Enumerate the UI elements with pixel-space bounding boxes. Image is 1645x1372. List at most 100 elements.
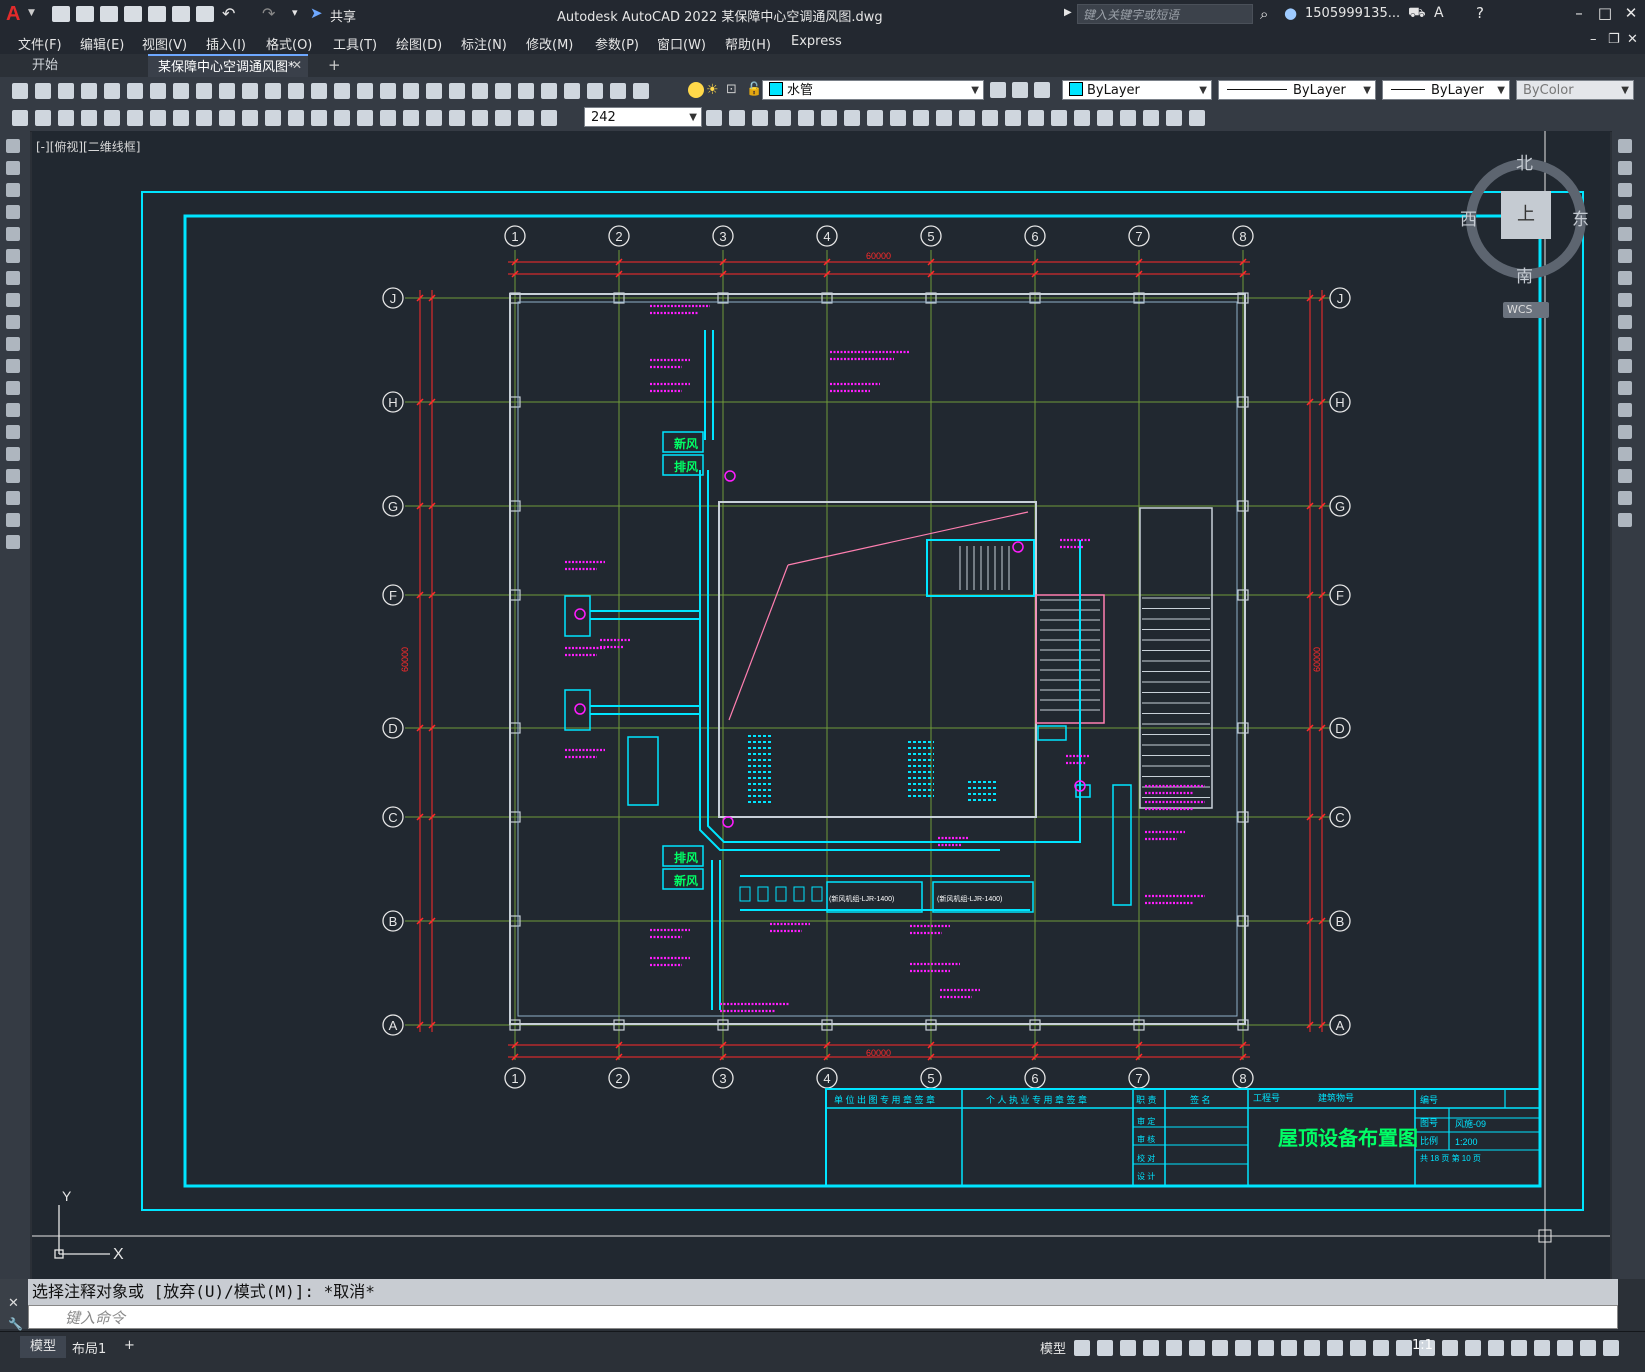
customize-qat-icon[interactable]: ▾ bbox=[292, 6, 298, 19]
tool-icon[interactable] bbox=[173, 83, 189, 99]
tool-icon[interactable] bbox=[1350, 1340, 1366, 1356]
tool-icon[interactable] bbox=[1097, 110, 1113, 126]
help-icon[interactable]: ? bbox=[1476, 4, 1484, 22]
viewcube-east[interactable]: 东 bbox=[1572, 205, 1589, 230]
tool-icon[interactable] bbox=[403, 110, 419, 126]
tool-icon[interactable] bbox=[6, 491, 20, 505]
tool-icon[interactable] bbox=[35, 83, 51, 99]
tool-icon[interactable] bbox=[729, 110, 745, 126]
viewcube-south[interactable]: 南 bbox=[1516, 262, 1533, 287]
layout-tab-1[interactable]: 布局1 bbox=[72, 1338, 106, 1357]
make-current-layer-icon[interactable] bbox=[990, 82, 1006, 98]
tool-icon[interactable] bbox=[1281, 1340, 1297, 1356]
tool-icon[interactable] bbox=[1618, 337, 1632, 351]
tool-icon[interactable] bbox=[982, 110, 998, 126]
tool-icon[interactable] bbox=[104, 110, 120, 126]
menu-dimension[interactable]: 标注(N) bbox=[461, 34, 507, 53]
new-tab-button[interactable]: + bbox=[328, 56, 341, 74]
new-icon[interactable] bbox=[52, 6, 70, 22]
search-icon[interactable]: ⌕ bbox=[1260, 5, 1268, 23]
tool-icon[interactable] bbox=[495, 83, 511, 99]
tool-icon[interactable] bbox=[1511, 1340, 1527, 1356]
close-window-icon[interactable]: ✕ bbox=[1618, 4, 1644, 24]
tool-icon[interactable] bbox=[1028, 110, 1044, 126]
menu-express[interactable]: Express bbox=[791, 34, 842, 49]
layer-unlock-icon[interactable]: 🔓 bbox=[746, 82, 762, 97]
tool-icon[interactable] bbox=[1618, 447, 1632, 461]
app-menu-chevron-icon[interactable]: ▼ bbox=[28, 8, 35, 18]
tool-icon[interactable] bbox=[1603, 1340, 1619, 1356]
tool-icon[interactable] bbox=[6, 469, 20, 483]
tool-icon[interactable] bbox=[357, 83, 373, 99]
tool-icon[interactable] bbox=[196, 110, 212, 126]
tool-icon[interactable] bbox=[380, 83, 396, 99]
tool-icon[interactable] bbox=[426, 83, 442, 99]
add-layout-button[interactable]: + bbox=[124, 1338, 135, 1353]
dimension-style-dropdown[interactable]: 242 ▼ bbox=[584, 107, 702, 127]
tool-icon[interactable] bbox=[6, 425, 20, 439]
expand-search-icon[interactable]: ▶ bbox=[1064, 7, 1072, 18]
tool-icon[interactable] bbox=[6, 205, 20, 219]
tab-close-icon[interactable]: ✕ bbox=[292, 58, 302, 72]
open-icon[interactable] bbox=[76, 6, 94, 22]
tool-icon[interactable] bbox=[1189, 110, 1205, 126]
tool-icon[interactable] bbox=[775, 110, 791, 126]
tool-icon[interactable] bbox=[1304, 1340, 1320, 1356]
tool-icon[interactable] bbox=[1189, 1340, 1205, 1356]
plot-icon[interactable] bbox=[196, 6, 214, 22]
linetype-dropdown[interactable]: ByLayer ▼ bbox=[1218, 80, 1376, 100]
tool-icon[interactable] bbox=[495, 110, 511, 126]
tool-icon[interactable] bbox=[104, 83, 120, 99]
tool-icon[interactable] bbox=[1618, 491, 1632, 505]
tool-icon[interactable] bbox=[752, 110, 768, 126]
model-space-toggle[interactable]: 模型 bbox=[1040, 1338, 1066, 1357]
tool-icon[interactable] bbox=[1618, 205, 1632, 219]
search-input[interactable]: 键入关键字或短语 bbox=[1077, 4, 1253, 24]
viewcube-west[interactable]: 西 bbox=[1460, 205, 1477, 230]
doc-close-icon[interactable]: ✕ bbox=[1627, 32, 1638, 47]
tool-icon[interactable] bbox=[1618, 425, 1632, 439]
tool-icon[interactable] bbox=[1442, 1340, 1458, 1356]
tool-icon[interactable] bbox=[1143, 1340, 1159, 1356]
tool-icon[interactable] bbox=[959, 110, 975, 126]
tool-icon[interactable] bbox=[6, 139, 20, 153]
tool-icon[interactable] bbox=[936, 110, 952, 126]
menu-file[interactable]: 文件(F) bbox=[18, 34, 62, 53]
lineweight-dropdown[interactable]: ByLayer ▼ bbox=[1382, 80, 1510, 100]
tool-icon[interactable] bbox=[1235, 1340, 1251, 1356]
tool-icon[interactable] bbox=[6, 381, 20, 395]
menu-format[interactable]: 格式(O) bbox=[266, 34, 312, 53]
tool-icon[interactable] bbox=[6, 359, 20, 373]
tool-icon[interactable] bbox=[311, 110, 327, 126]
tool-icon[interactable] bbox=[242, 83, 258, 99]
save-as-icon[interactable] bbox=[124, 6, 142, 22]
tool-icon[interactable] bbox=[1534, 1340, 1550, 1356]
undo-icon[interactable]: ↶ bbox=[222, 4, 235, 23]
tool-icon[interactable] bbox=[1618, 315, 1632, 329]
menu-help[interactable]: 帮助(H) bbox=[725, 34, 771, 53]
layer-viewport-icon[interactable]: ⊡ bbox=[726, 82, 737, 97]
cart-icon[interactable]: ⛟ bbox=[1408, 5, 1426, 23]
tool-icon[interactable] bbox=[541, 110, 557, 126]
tool-icon[interactable] bbox=[1618, 183, 1632, 197]
viewport-controls[interactable]: [-][俯视][二维线框] bbox=[36, 138, 140, 155]
tool-icon[interactable] bbox=[1618, 139, 1632, 153]
tool-icon[interactable] bbox=[587, 83, 603, 99]
tool-icon[interactable] bbox=[334, 83, 350, 99]
tool-icon[interactable] bbox=[288, 83, 304, 99]
layer-on-icon[interactable] bbox=[688, 82, 704, 98]
tool-icon[interactable] bbox=[821, 110, 837, 126]
tool-icon[interactable] bbox=[610, 83, 626, 99]
tool-icon[interactable] bbox=[6, 271, 20, 285]
tool-icon[interactable] bbox=[1618, 293, 1632, 307]
menu-edit[interactable]: 编辑(E) bbox=[80, 34, 124, 53]
menu-window[interactable]: 窗口(W) bbox=[657, 34, 706, 53]
tool-icon[interactable] bbox=[12, 83, 28, 99]
tool-icon[interactable] bbox=[1005, 110, 1021, 126]
tool-icon[interactable] bbox=[6, 249, 20, 263]
tool-icon[interactable] bbox=[6, 227, 20, 241]
tool-icon[interactable] bbox=[380, 110, 396, 126]
menu-insert[interactable]: 插入(I) bbox=[206, 34, 246, 53]
autodesk-app-icon[interactable]: A bbox=[1434, 5, 1444, 21]
tool-icon[interactable] bbox=[1488, 1340, 1504, 1356]
